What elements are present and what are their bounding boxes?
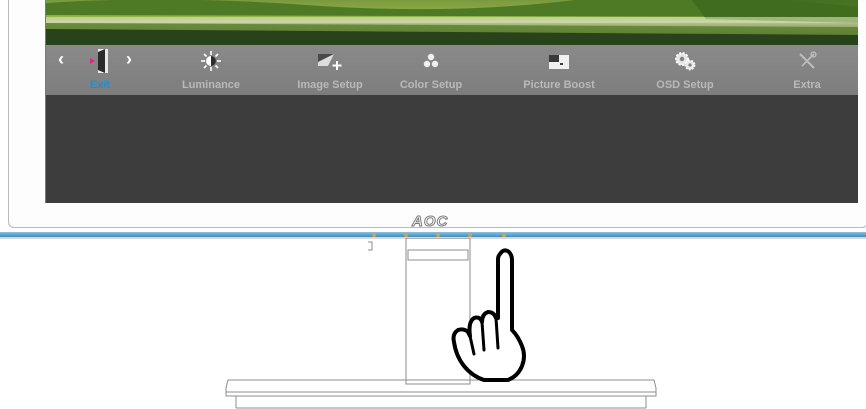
- nav-left-arrow[interactable]: ‹: [58, 49, 64, 69]
- osd-item-exit[interactable]: Exit: [84, 45, 116, 95]
- front-key-5[interactable]: [502, 233, 506, 237]
- osd-label-luminance: Luminance: [181, 79, 241, 91]
- gears-icon: [672, 45, 698, 77]
- nav-right-arrow[interactable]: ›: [126, 49, 132, 69]
- osd-item-luminance[interactable]: Luminance: [176, 45, 246, 95]
- osd-item-image-setup[interactable]: Image Setup: [292, 45, 368, 95]
- front-key-4[interactable]: [468, 233, 472, 237]
- monitor-stand: [225, 238, 657, 409]
- osd-content-area: [46, 95, 858, 203]
- osd-label-color-setup: Color Setup: [399, 79, 463, 91]
- sun-icon: [200, 45, 222, 77]
- pointing-hand-icon: [451, 248, 526, 382]
- osd-label-osd-setup: OSD Setup: [656, 79, 714, 91]
- osd-label-exit: Exit: [89, 79, 111, 91]
- tools-icon: [796, 45, 818, 77]
- landscape-photo: [46, 0, 858, 45]
- osd-item-color-setup[interactable]: Color Setup: [396, 45, 466, 95]
- front-key-1[interactable]: [372, 233, 376, 237]
- osd-label-image-setup: Image Setup: [297, 79, 363, 91]
- front-key-3[interactable]: [436, 233, 440, 237]
- exit-icon: [89, 45, 111, 77]
- front-key-2[interactable]: [404, 233, 408, 237]
- osd-item-picture-boost[interactable]: Picture Boost: [514, 45, 604, 95]
- osd-label-picture-boost: Picture Boost: [523, 79, 595, 91]
- image-setup-icon: [316, 45, 344, 77]
- color-dots-icon: [421, 45, 441, 77]
- brand-logo: AOC: [411, 213, 449, 231]
- osd-menu-bar: ‹ › Exit Luminance Image Setup Color Set…: [46, 45, 858, 95]
- picture-boost-icon: [547, 45, 571, 77]
- osd-label-extra: Extra: [793, 79, 821, 91]
- monitor-screen: ‹ › Exit Luminance Image Setup Color Set…: [45, 0, 858, 203]
- monitor-frame: ‹ › Exit Luminance Image Setup Color Set…: [8, 0, 866, 228]
- osd-item-osd-setup[interactable]: OSD Setup: [650, 45, 720, 95]
- osd-item-extra[interactable]: Extra: [782, 45, 832, 95]
